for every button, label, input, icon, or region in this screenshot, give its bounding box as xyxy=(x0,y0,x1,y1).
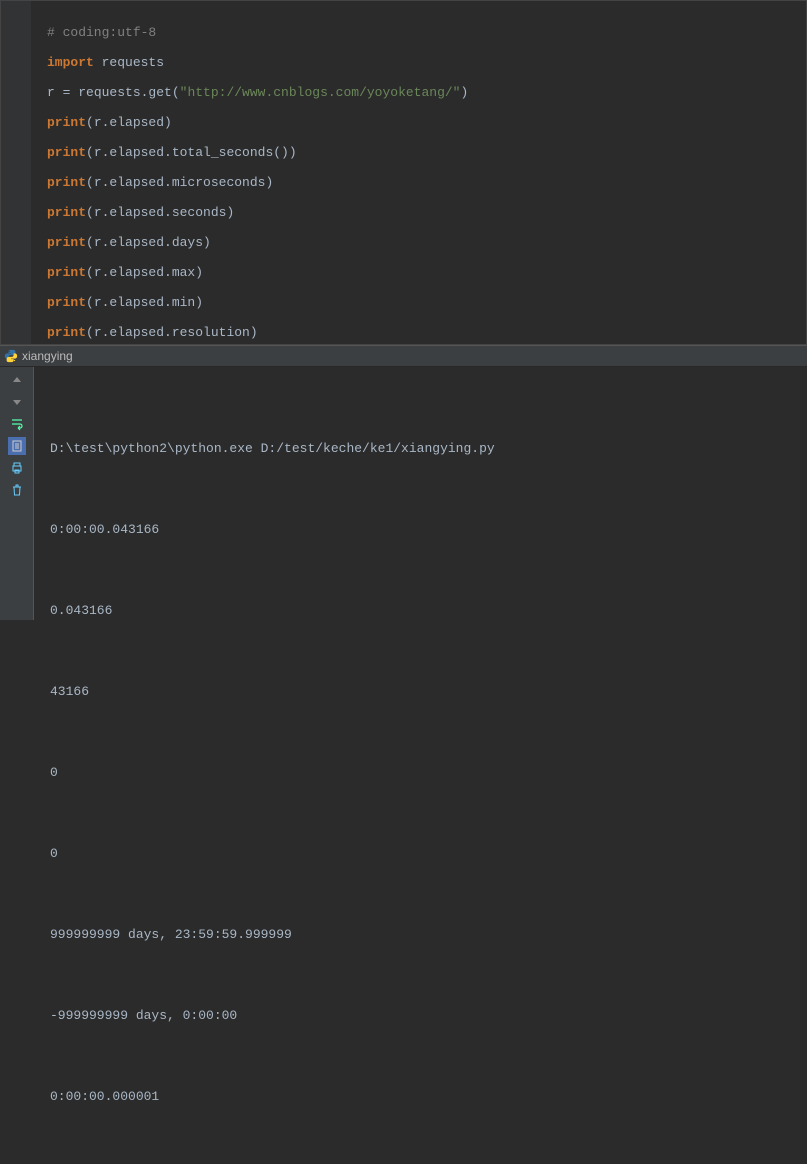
console-line: 0:00:00.043166 xyxy=(50,516,791,543)
soft-wrap-icon[interactable] xyxy=(8,415,26,433)
scroll-to-end-icon[interactable] xyxy=(8,437,26,455)
kw-print: print xyxy=(47,145,86,160)
console-line: 0 xyxy=(50,840,791,867)
kw-import: import xyxy=(47,55,94,70)
print-icon[interactable] xyxy=(8,459,26,477)
scroll-up-icon[interactable] xyxy=(8,371,26,389)
kw-print: print xyxy=(47,235,86,250)
python-icon xyxy=(4,349,18,363)
print-arg-seconds: (r.elapsed.seconds) xyxy=(86,205,234,220)
print-arg-days: (r.elapsed.days) xyxy=(86,235,211,250)
close-paren: ) xyxy=(461,85,469,100)
kw-print: print xyxy=(47,205,86,220)
run-tab-bar: xiangying xyxy=(0,345,807,367)
call-requests-get: requests.get( xyxy=(70,85,179,100)
console-panel: D:\test\python2\python.exe D:/test/keche… xyxy=(0,367,807,620)
scroll-down-icon[interactable] xyxy=(8,393,26,411)
console-line: 0:00:00.000001 xyxy=(50,1083,791,1110)
kw-print: print xyxy=(47,265,86,280)
console-line: 0 xyxy=(50,759,791,786)
print-arg-elapsed: (r.elapsed) xyxy=(86,115,172,130)
print-arg-microseconds: (r.elapsed.microseconds) xyxy=(86,175,273,190)
console-line: 999999999 days, 23:59:59.999999 xyxy=(50,921,791,948)
kw-print: print xyxy=(47,325,86,340)
run-tab-label: xiangying xyxy=(22,349,73,363)
code-comment: # coding:utf-8 xyxy=(47,25,156,40)
code-editor[interactable]: # coding:utf-8 import requests r = reque… xyxy=(0,0,807,345)
console-output[interactable]: D:\test\python2\python.exe D:/test/keche… xyxy=(34,367,807,620)
code-content: # coding:utf-8 import requests r = reque… xyxy=(1,1,806,345)
console-line: 43166 xyxy=(50,678,791,705)
print-arg-max: (r.elapsed.max) xyxy=(86,265,203,280)
console-toolbar xyxy=(0,367,34,620)
console-line: D:\test\python2\python.exe D:/test/keche… xyxy=(50,435,791,462)
trash-icon[interactable] xyxy=(8,481,26,499)
print-arg-total-seconds-b: ()) xyxy=(273,145,296,160)
console-line: -999999999 days, 0:00:00 xyxy=(50,1002,791,1029)
kw-print: print xyxy=(47,115,86,130)
import-module: requests xyxy=(94,55,164,70)
print-arg-total-seconds-a: (r.elapsed.total_seconds xyxy=(86,145,273,160)
editor-gutter xyxy=(1,1,31,344)
run-tab-xiangying[interactable]: xiangying xyxy=(0,349,83,363)
print-arg-resolution: (r.elapsed.resolution) xyxy=(86,325,258,340)
kw-print: print xyxy=(47,295,86,310)
assign-lhs: r xyxy=(47,85,63,100)
print-arg-min: (r.elapsed.min) xyxy=(86,295,203,310)
kw-print: print xyxy=(47,175,86,190)
url-string: "http://www.cnblogs.com/yoyoketang/" xyxy=(180,85,461,100)
